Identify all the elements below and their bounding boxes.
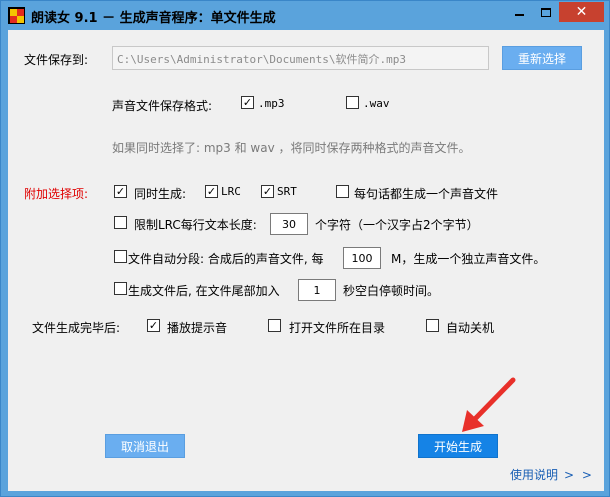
format-label: 声音文件保存格式: [112, 99, 213, 113]
maximize-button[interactable] [533, 2, 559, 22]
close-icon: ✕ [575, 4, 588, 20]
srt-label: SRT [277, 185, 297, 198]
format-hint: 如果同时选择了: mp3 和 wav ，将同时保存两种格式的声音文件。 [112, 141, 471, 155]
help-link-label: 使用说明 [510, 468, 559, 482]
minimize-button[interactable] [506, 2, 533, 22]
shutdown-label: 自动关机 [446, 321, 495, 335]
chevron-right-icon: > > [564, 468, 594, 482]
lrc-label: LRC [221, 185, 241, 198]
split-size-suffix: M，生成一个独立声音文件。 [391, 252, 546, 266]
extra-options-label: 附加选择项: [24, 187, 89, 201]
play-sound-checkbox[interactable]: ✓ [147, 319, 160, 332]
after-done-label: 文件生成完毕后: [32, 321, 121, 335]
split-size-input[interactable]: 100 [343, 247, 381, 269]
srt-checkbox[interactable]: ✓ [261, 185, 274, 198]
wav-label: .wav [363, 97, 390, 110]
simultaneous-checkbox[interactable]: ✓ [114, 185, 127, 198]
limit-lrc-checkbox[interactable] [114, 216, 127, 229]
simultaneous-label: 同时生成: [134, 187, 187, 201]
wav-checkbox[interactable] [346, 96, 359, 109]
auto-split-checkbox[interactable] [114, 250, 127, 263]
app-window: 朗读女 9.1 － 生成声音程序：单文件生成 ✕ 文件保存到: C:\Users… [0, 0, 610, 497]
silence-seconds-input[interactable]: 1 [298, 279, 336, 301]
shutdown-checkbox[interactable] [426, 319, 439, 332]
lrc-checkbox[interactable]: ✓ [205, 185, 218, 198]
open-folder-label: 打开文件所在目录 [289, 321, 386, 335]
save-to-label: 文件保存到: [24, 53, 89, 67]
open-folder-checkbox[interactable] [268, 319, 281, 332]
title-bar[interactable]: 朗读女 9.1 － 生成声音程序：单文件生成 ✕ [1, 1, 609, 30]
app-logo-icon [8, 7, 25, 24]
help-link[interactable]: 使用说明 > > [510, 466, 594, 483]
dialog-body: 文件保存到: C:\Users\Administrator\Documents\… [8, 30, 604, 491]
mp3-checkbox[interactable]: ✓ [241, 96, 254, 109]
annotation-arrow-icon [462, 377, 516, 432]
cancel-button[interactable]: 取消退出 [105, 434, 185, 458]
start-button[interactable]: 开始生成 [418, 434, 498, 458]
per-sentence-label: 每句话都生成一个声音文件 [354, 187, 499, 201]
append-silence-label: 生成文件后, 在文件尾部加入 [128, 284, 280, 298]
minimize-icon [515, 14, 524, 16]
lrc-length-input[interactable]: 30 [270, 213, 308, 235]
auto-split-label: 文件自动分段: 合成后的声音文件, 每 [128, 252, 324, 266]
per-sentence-checkbox[interactable] [336, 185, 349, 198]
maximize-icon [541, 7, 551, 17]
append-silence-checkbox[interactable] [114, 282, 127, 295]
lrc-length-suffix: 个字符（一个汉字占2个字节） [315, 218, 479, 232]
window-title: 朗读女 9.1 － 生成声音程序：单文件生成 [31, 11, 276, 26]
close-button[interactable]: ✕ [559, 2, 604, 22]
limit-lrc-label: 限制LRC每行文本长度: [134, 218, 257, 232]
save-path-input[interactable]: C:\Users\Administrator\Documents\软件简介.mp… [112, 46, 489, 70]
silence-seconds-suffix: 秒空白停顿时间。 [343, 284, 440, 298]
play-sound-label: 播放提示音 [167, 321, 228, 335]
reselect-button[interactable]: 重新选择 [502, 46, 582, 70]
mp3-label: .mp3 [258, 97, 285, 110]
